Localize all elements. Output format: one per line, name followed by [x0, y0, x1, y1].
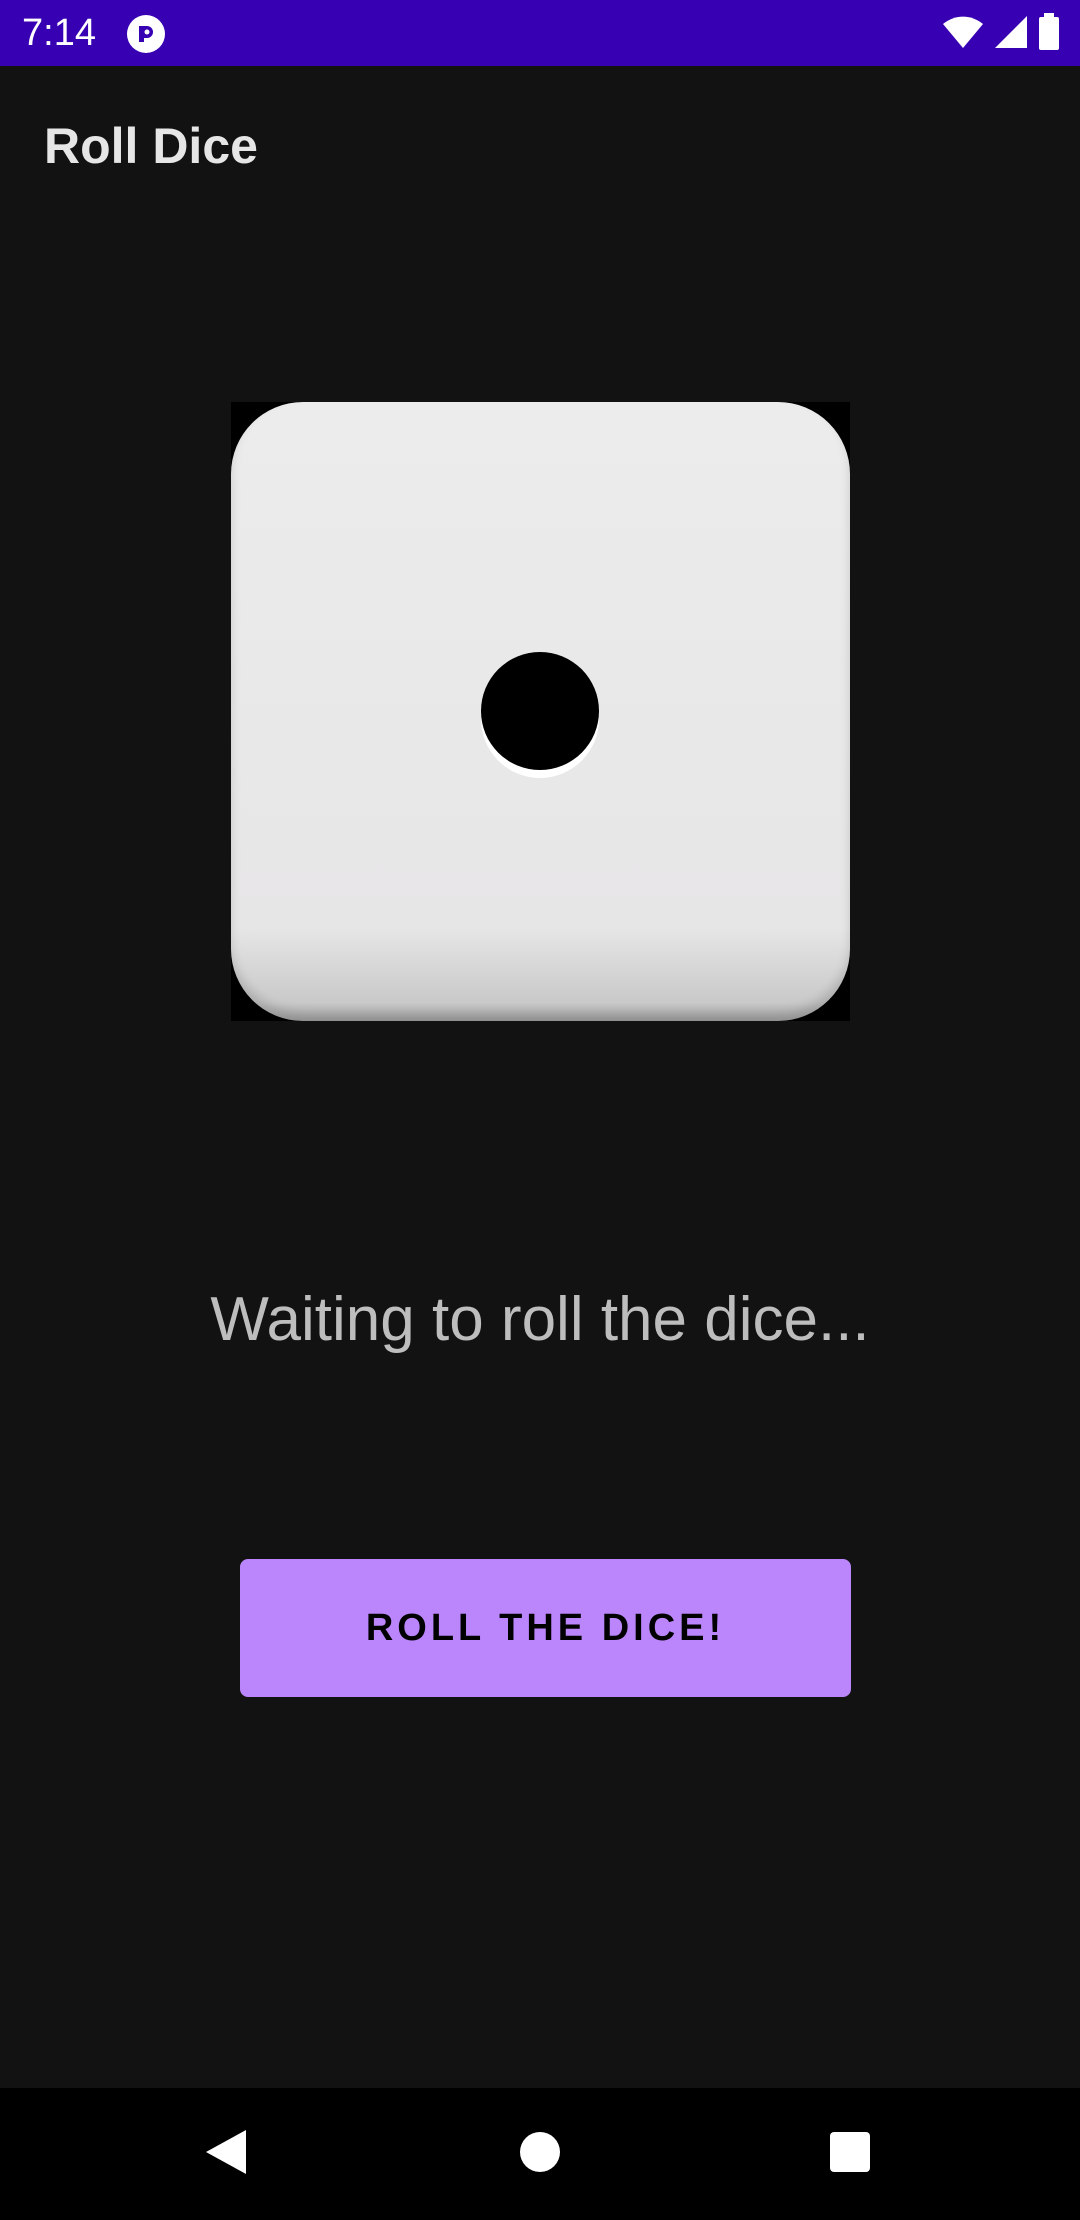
roll-dice-button[interactable]: ROLL THE DICE!: [240, 1559, 851, 1697]
recents-icon: [829, 2131, 871, 2178]
dice-one-icon: [231, 402, 850, 1021]
recents-button[interactable]: [770, 2088, 930, 2220]
cellular-signal-icon: [994, 15, 1028, 54]
wifi-icon: [942, 15, 984, 54]
status-time: 7:14: [22, 12, 96, 54]
back-icon: [204, 2128, 248, 2181]
home-button[interactable]: [460, 2088, 620, 2220]
navigation-bar: [0, 2088, 1080, 2220]
dice-pip: [481, 652, 599, 770]
status-icons: [942, 12, 1060, 56]
screen: 7:14 Roll Dice Waiting to roll the dice.…: [0, 0, 1080, 2220]
app-title: Roll Dice: [44, 118, 258, 174]
battery-icon: [1038, 12, 1060, 56]
home-icon: [518, 2130, 562, 2179]
status-bar: 7:14: [0, 0, 1080, 66]
back-button[interactable]: [146, 2088, 306, 2220]
app-bar: Roll Dice: [0, 66, 1080, 222]
dice-image: [231, 402, 850, 1021]
result-text: Waiting to roll the dice...: [210, 1285, 870, 1354]
app-notification-icon: [126, 14, 166, 54]
